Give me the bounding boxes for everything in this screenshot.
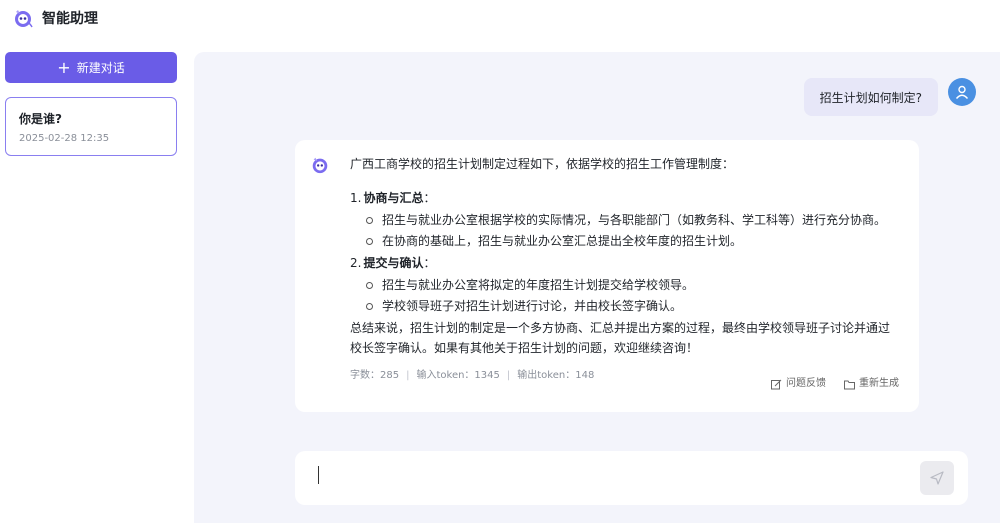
bot-step: 1. 协商与汇总： 招生与就业办公室根据学校的实际情况，与各职能部门（如教务科、学… xyxy=(350,188,899,251)
step-number: 2. xyxy=(350,256,362,270)
step-item: 在协商的基础上，招生与就业办公室汇总提出全校年度的招生计划。 xyxy=(364,231,899,251)
user-message-bubble: 招生计划如何制定? xyxy=(803,78,938,116)
bot-message-card: 广西工商学校的招生计划制定过程如下，依据学校的招生工作管理制度： 1. 协商与汇总… xyxy=(295,140,919,412)
user-avatar-icon xyxy=(948,78,976,106)
step-sublist: 招生与就业办公室根据学校的实际情况，与各职能部门（如教务科、学工科等）进行充分协… xyxy=(350,210,899,251)
new-chat-button[interactable]: + 新建对话 xyxy=(5,52,177,83)
history-item[interactable]: 你是谁? 2025-02-28 12:35 xyxy=(5,97,177,156)
feedback-button[interactable]: 问题反馈 xyxy=(771,374,826,394)
step-number: 1. xyxy=(350,191,362,205)
step-item: 招生与就业办公室根据学校的实际情况，与各职能部门（如教务科、学工科等）进行充分协… xyxy=(364,210,899,230)
send-icon xyxy=(930,471,944,485)
step-sublist: 招生与就业办公室将拟定的年度招生计划提交给学校领导。 学校领导班子对招生计划进行… xyxy=(350,275,899,316)
history-item-time: 2025-02-28 12:35 xyxy=(19,133,110,144)
regenerate-button[interactable]: 重新生成 xyxy=(844,374,899,394)
step-colon: ： xyxy=(423,191,436,205)
send-button[interactable] xyxy=(920,461,954,495)
text-caret xyxy=(318,466,319,484)
output-token-count: 输出token：148 xyxy=(517,370,595,381)
char-count: 字数：285 xyxy=(350,370,400,381)
bot-steps-list: 1. 协商与汇总： 招生与就业办公室根据学校的实际情况，与各职能部门（如教务科、学… xyxy=(350,188,899,316)
history-item-title: 你是谁? xyxy=(19,112,62,126)
step-title: 协商与汇总 xyxy=(363,191,424,205)
feedback-label: 问题反馈 xyxy=(786,378,826,389)
bot-avatar-icon xyxy=(312,157,328,174)
sidebar: + 新建对话 你是谁? 2025-02-28 12:35 xyxy=(0,36,186,523)
input-token-count: 输入token：1345 xyxy=(416,370,500,381)
plus-icon: + xyxy=(57,57,71,77)
edit-icon xyxy=(771,379,782,389)
new-chat-label: 新建对话 xyxy=(76,61,125,75)
regenerate-label: 重新生成 xyxy=(859,378,899,389)
app-title: 智能助理 xyxy=(42,11,98,27)
step-colon: ： xyxy=(423,256,436,270)
bot-step: 2. 提交与确认： 招生与就业办公室将拟定的年度招生计划提交给学校领导。 学校领导… xyxy=(350,253,899,316)
message-input[interactable] xyxy=(315,463,895,491)
assistant-logo-icon xyxy=(15,10,33,28)
bot-intro: 广西工商学校的招生计划制定过程如下，依据学校的招生工作管理制度： xyxy=(350,157,735,171)
user-message-row: 招生计划如何制定? xyxy=(803,78,976,116)
message-actions: 问题反馈 重新生成 xyxy=(753,374,899,394)
top-bar: 智能助理 xyxy=(0,0,1000,36)
chat-area: 招生计划如何制定? 广西工商学校的招生计划制定过程如下，依据学校的招生工作管理制… xyxy=(194,52,1000,523)
step-item: 学校领导班子对招生计划进行讨论，并由校长签字确认。 xyxy=(364,296,899,316)
message-input-box[interactable] xyxy=(295,451,968,505)
step-item: 招生与就业办公室将拟定的年度招生计划提交给学校领导。 xyxy=(364,275,899,295)
step-title: 提交与确认 xyxy=(363,256,424,270)
folder-icon xyxy=(844,380,855,389)
bot-summary: 总结来说，招生计划的制定是一个多方协商、汇总并提出方案的过程，最终由学校领导班子… xyxy=(350,321,891,355)
